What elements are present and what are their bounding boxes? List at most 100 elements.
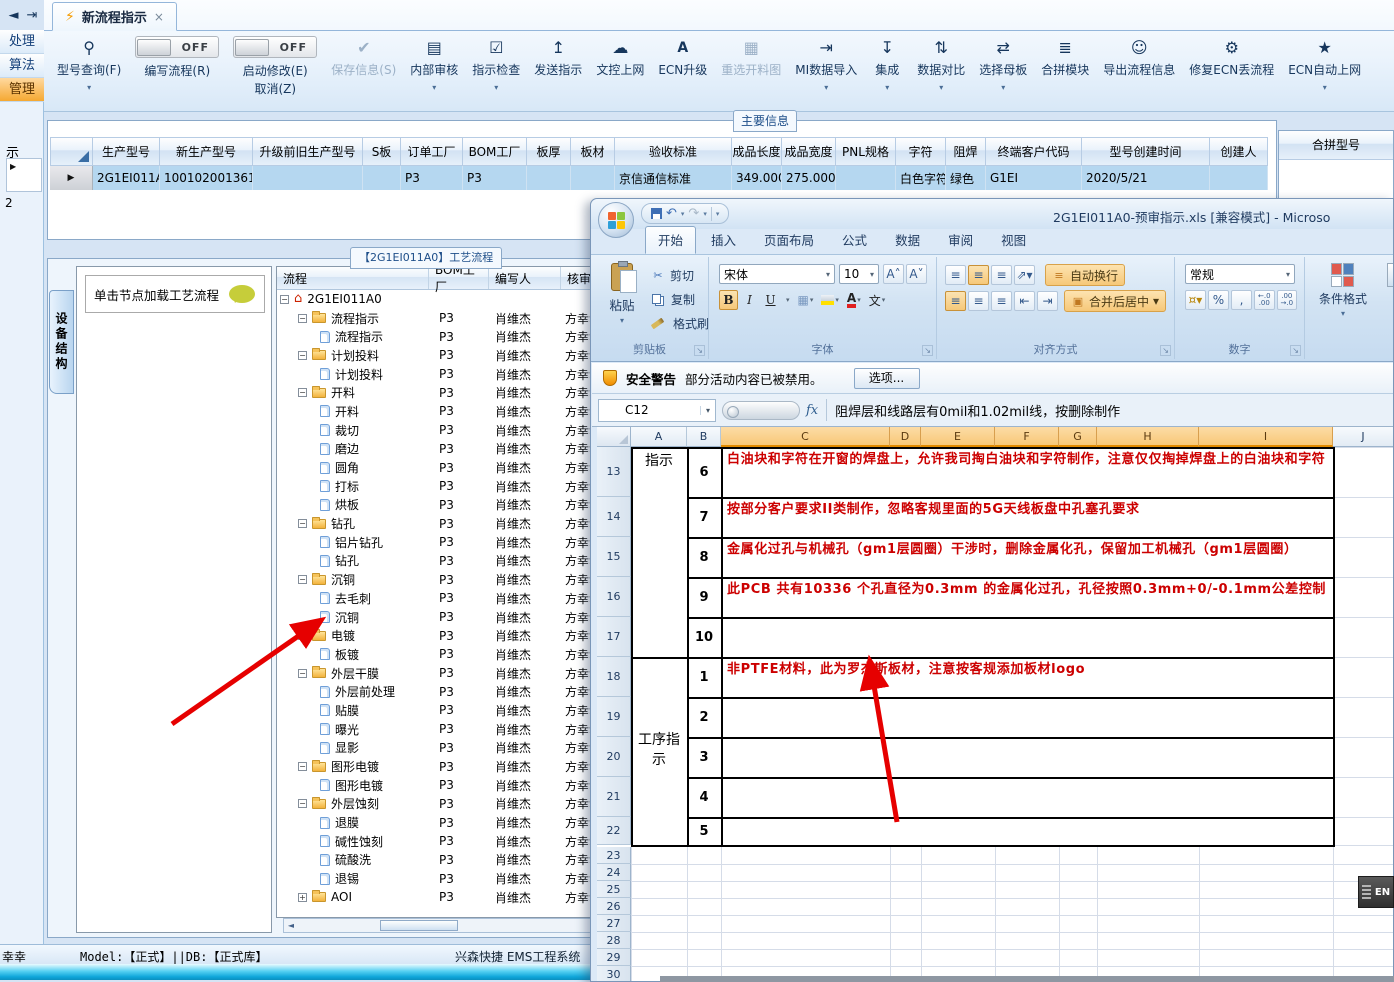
instruction-text-cell[interactable]: 非PTFE材料，此为罗杰斯板材，注意按客规添加板材logo [721, 657, 1333, 697]
dock-arrow-icon[interactable]: ⇥ [27, 8, 38, 23]
column-header-F[interactable]: F [995, 427, 1059, 447]
grid-column-header[interactable]: 验收标准 [615, 137, 732, 166]
column-header-I[interactable]: I [1199, 427, 1333, 447]
tree-col-bom[interactable]: BOM工厂 [429, 267, 489, 294]
grid-column-header[interactable]: BOM工厂 [463, 137, 527, 166]
redo-icon[interactable]: ↷ [688, 207, 699, 220]
undo-icon[interactable]: ↶ [666, 207, 677, 220]
row-header-13[interactable]: 13 [597, 447, 631, 497]
row-header-30[interactable]: 30 [597, 966, 631, 981]
font-color-button[interactable]: A ▾ [844, 290, 864, 310]
grid-column-header[interactable]: 字符 [896, 137, 946, 166]
row-header-17[interactable]: 17 [597, 617, 631, 657]
underline-button[interactable]: U [761, 290, 780, 310]
grid-cell[interactable] [527, 166, 571, 190]
italic-button[interactable]: I [740, 290, 759, 310]
grow-font-button[interactable]: A˄ [883, 264, 904, 284]
grid-cell[interactable] [836, 166, 896, 190]
toolbar-mi-data-import-button[interactable]: ⇥ MI数据导入 ▾ [788, 33, 864, 93]
currency-format-icon[interactable]: ¤ ▾ [1185, 290, 1206, 310]
column-header-A[interactable]: A [631, 427, 687, 447]
comma-format-icon[interactable]: , [1231, 290, 1252, 310]
grid-cell[interactable]: 京信通信标准 [615, 166, 732, 190]
grid-column-header[interactable]: 成品宽度 [782, 137, 836, 166]
excel-tab-页面布局[interactable]: 页面布局 [751, 226, 827, 254]
align-left-icon[interactable]: ≡ [945, 291, 966, 311]
grid-cell[interactable]: G1EI [986, 166, 1082, 190]
expand-toggle-icon[interactable]: − [298, 799, 307, 809]
section-label-process-instruction[interactable]: 工序指示 [631, 657, 687, 845]
column-header-D[interactable]: D [890, 427, 921, 447]
row-header-24[interactable]: 24 [597, 864, 631, 881]
grid-column-header[interactable]: 生产型号 [93, 137, 160, 166]
toolbar-write-flow-button[interactable]: OFF 编写流程(R) [128, 33, 226, 79]
shrink-font-button[interactable]: A˅ [906, 264, 927, 284]
chevron-down-icon[interactable]: ▾ [1282, 270, 1290, 279]
scrollbar-thumb[interactable] [380, 920, 458, 931]
merge-center-button[interactable]: ▣ 合并后居中 ▾ [1064, 290, 1167, 312]
underline-dropdown-icon[interactable]: ▾ [782, 290, 793, 310]
grid-cell[interactable] [253, 166, 363, 190]
toolbar-repair-ecn-lost-flow-button[interactable]: ⚙ 修复ECN丢流程 [1182, 33, 1281, 78]
instruction-number-cell[interactable]: 8 [687, 537, 721, 577]
expand-toggle-icon[interactable]: − [298, 519, 307, 529]
instruction-number-cell[interactable]: 7 [687, 497, 721, 537]
paste-dropdown-icon[interactable]: ▾ [620, 316, 624, 325]
tab-main-info[interactable]: 主要信息 [733, 110, 797, 132]
excel-titlebar[interactable]: ↶ ▾ ↷ ▾ ▾ 2G1EI011A0-预审指示.xls [兼容模式] - Mic… [591, 199, 1393, 229]
toolbar-merge-module-button[interactable]: ≣ 合拼模块 [1034, 33, 1096, 78]
format-as-table-button[interactable]: 表 [1379, 263, 1393, 307]
instruction-text-cell[interactable] [721, 617, 1333, 657]
formula-text[interactable]: 阻焊层和线路层有0mil和1.02mil线，按删除制作 [835, 401, 1120, 420]
row-header-23[interactable]: 23 [597, 847, 631, 864]
cut-button[interactable]: ✂ 剪切 [651, 267, 709, 284]
align-right-icon[interactable]: ≡ [991, 291, 1012, 311]
redo-dropdown-icon[interactable]: ▾ [703, 210, 707, 218]
expand-toggle-icon[interactable]: + [298, 892, 307, 902]
instruction-text-cell[interactable]: 此PCB 共有10336 个孔直径为0.3mm 的金属化过孔，孔径按照0.3mm… [721, 577, 1333, 617]
off-toggle-switch[interactable]: OFF [135, 36, 220, 58]
column-header-E[interactable]: E [921, 427, 995, 447]
toolbar-data-compare-button[interactable]: ⇅ 数据对比 ▾ [910, 33, 972, 93]
row-header-14[interactable]: 14 [597, 497, 631, 537]
chevron-down-icon[interactable]: ▾ [939, 83, 943, 93]
instruction-text-cell[interactable]: 金属化过孔与机械孔（gm1层圆圈）干涉时，删除金属化孔，保留加工机械孔（gm1层… [721, 537, 1333, 577]
tree-col-writer[interactable]: 编写人 [489, 267, 561, 289]
row-header-22[interactable]: 22 [597, 817, 631, 845]
row-header-21[interactable]: 21 [597, 777, 631, 817]
clipboard-dialog-launcher-icon[interactable]: ↘ [694, 345, 705, 356]
row-header-19[interactable]: 19 [597, 697, 631, 737]
column-header-G[interactable]: G [1059, 427, 1097, 447]
column-header-C[interactable]: C [721, 427, 890, 447]
instruction-text-cell[interactable]: 白油块和字符在开窗的焊盘上，允许我司掏白油块和字符制作，注意仅仅掏掉焊盘上的白油… [721, 447, 1333, 497]
grid-cell[interactable]: 2G1EI011A0 [93, 166, 160, 190]
orientation-icon[interactable]: ⇗ ▾ [1014, 265, 1035, 285]
instruction-text-cell[interactable] [721, 817, 1333, 845]
toolbar-doc-control-upload-button[interactable]: ☁ 文控上网 [589, 33, 651, 78]
align-middle-icon[interactable]: ≡ [968, 265, 989, 285]
toolbar-start-modify-button[interactable]: OFF 启动修改(E) 取消(Z) [226, 33, 324, 97]
grid-cell[interactable]: 10010200136105 [160, 166, 253, 190]
grid-cell[interactable]: 2020/5/21 [1082, 166, 1210, 190]
paste-button[interactable]: 粘贴 ▾ [599, 261, 645, 343]
chevron-down-icon[interactable]: ▾ [1001, 83, 1005, 93]
instruction-number-cell[interactable]: 9 [687, 577, 721, 617]
grid-column-header[interactable]: 升级前旧生产型号 [253, 137, 363, 166]
expand-toggle-icon[interactable]: − [298, 668, 307, 678]
grid-column-header[interactable]: PNL规格 [836, 137, 896, 166]
font-name-combo[interactable]: 宋体 ▾ [719, 264, 835, 284]
instruction-number-cell[interactable]: 2 [687, 697, 721, 737]
borders-button[interactable]: ▦ ▾ [795, 290, 817, 310]
conditional-formatting-button[interactable]: 条件格式 ▾ [1315, 263, 1371, 318]
excel-tab-公式[interactable]: 公式 [829, 226, 880, 254]
row-header-26[interactable]: 26 [597, 898, 631, 915]
off-toggle-switch[interactable]: OFF [233, 36, 318, 58]
number-format-combo[interactable]: 常规 ▾ [1185, 264, 1295, 284]
toolbar-select-mother-board-button[interactable]: ⇄ 选择母板 ▾ [972, 33, 1034, 93]
sidebar-item-guanli[interactable]: 管理 [0, 78, 44, 102]
load-flow-hint[interactable]: 单击节点加载工艺流程 [85, 275, 265, 313]
column-header-H[interactable]: H [1097, 427, 1199, 447]
instruction-number-cell[interactable]: 10 [687, 617, 721, 657]
format-painter-button[interactable]: 格式刷 [650, 315, 709, 332]
grid-column-header[interactable]: 阻焊 [946, 137, 986, 166]
